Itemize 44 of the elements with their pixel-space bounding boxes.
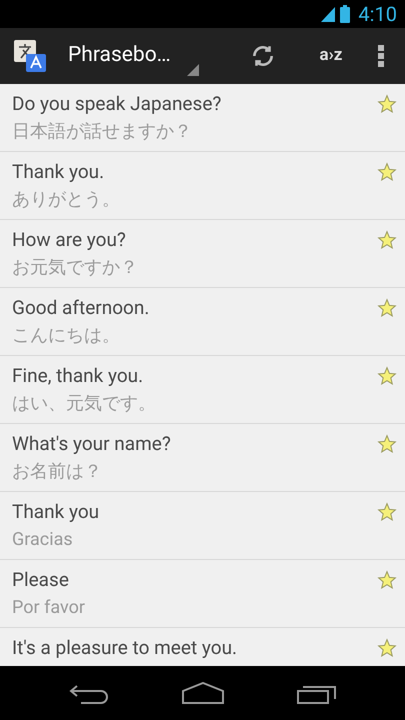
menu-icon: [378, 45, 384, 67]
sort-button[interactable]: a›z: [305, 32, 357, 80]
translation-text: お名前は？: [12, 460, 103, 484]
phrase-row[interactable]: Fine, thank you. はい、元気です。: [0, 356, 405, 424]
signal-icon: [320, 6, 336, 22]
star-icon[interactable]: [377, 162, 397, 182]
phrase-row[interactable]: Thank you. ありがとう。: [0, 152, 405, 220]
translation-text: こんにちは。: [12, 324, 121, 348]
star-icon[interactable]: [377, 502, 397, 522]
phrase-text: Good afternoon.: [12, 295, 150, 321]
home-icon[interactable]: [182, 682, 224, 704]
phrase-text: It's a pleasure to meet you.: [12, 635, 238, 661]
phrasebook-dropdown[interactable]: Phrasebo…: [68, 28, 203, 84]
translation-text: Por favor: [12, 596, 86, 620]
phrase-row[interactable]: How are you? お元気ですか？: [0, 220, 405, 288]
phrase-row[interactable]: Do you speak Japanese? 日本語が話せますか？: [0, 84, 405, 152]
star-icon[interactable]: [377, 366, 397, 386]
phrase-row[interactable]: What's your name? お名前は？: [0, 424, 405, 492]
translation-text: はい、元気です。: [12, 392, 157, 416]
sync-icon: [250, 43, 276, 69]
phrase-text: Thank you.: [12, 159, 106, 185]
phrase-text: Fine, thank you.: [12, 363, 144, 389]
dropdown-corner-icon: [186, 64, 199, 76]
phrase-row[interactable]: Thank you Gracias: [0, 492, 405, 560]
phrase-text: How are you?: [12, 227, 127, 253]
phrase-row[interactable]: Please Por favor: [0, 560, 405, 628]
battery-icon: [340, 5, 350, 23]
star-icon[interactable]: [377, 570, 397, 590]
star-icon[interactable]: [377, 230, 397, 250]
clock: 4:10: [358, 1, 397, 28]
phrase-text: Please: [12, 567, 70, 593]
translation-text: 日本語が話せますか？: [12, 120, 193, 144]
star-icon[interactable]: [377, 94, 397, 114]
translate-logo-icon[interactable]: [12, 38, 48, 74]
phrase-row[interactable]: Good afternoon. こんにちは。: [0, 288, 405, 356]
phrase-text: Thank you: [12, 499, 100, 525]
phrase-text: Do you speak Japanese?: [12, 91, 222, 117]
translation-text: ありがとう。: [12, 188, 121, 212]
star-icon[interactable]: [377, 638, 397, 658]
star-icon[interactable]: [377, 434, 397, 454]
phrase-text: What's your name?: [12, 431, 172, 457]
translation-text: Gracias: [12, 528, 74, 552]
translation-text: お元気ですか？: [12, 256, 139, 280]
star-icon[interactable]: [377, 298, 397, 318]
